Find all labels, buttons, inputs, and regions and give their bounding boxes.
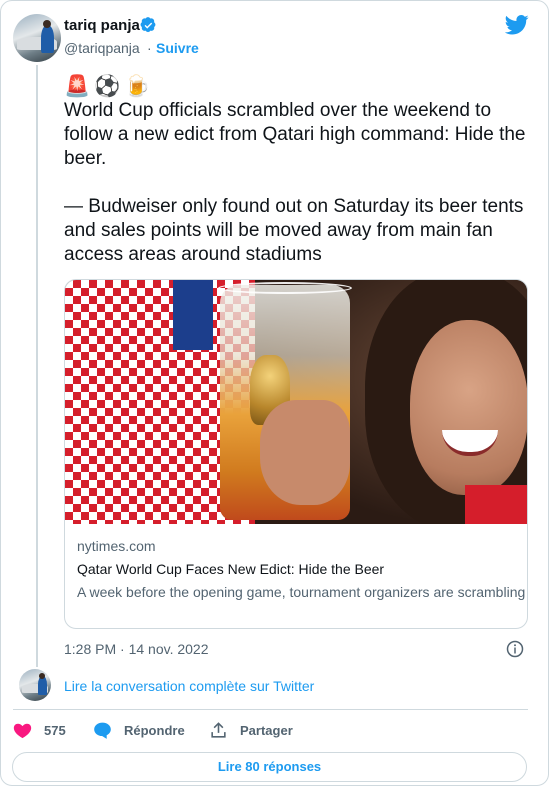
author-avatar-small[interactable] — [19, 669, 51, 701]
verified-badge-icon — [140, 17, 156, 33]
share-icon — [211, 722, 226, 738]
tweet-embed-card: tariq panja @tariqpanja · Suivre 🚨⚽🍺 Wor… — [0, 0, 549, 786]
info-icon[interactable] — [506, 640, 524, 658]
follow-button[interactable]: Suivre — [156, 40, 199, 56]
tweet-emojis: 🚨⚽🍺 — [64, 74, 155, 98]
author-handle[interactable]: @tariqpanja — [64, 40, 140, 56]
reply-button[interactable]: Répondre — [93, 721, 185, 740]
read-conversation-link[interactable]: Lire la conversation complète sur Twitte… — [64, 678, 314, 694]
like-count: 575 — [44, 723, 66, 738]
article-photo[interactable] — [65, 280, 527, 524]
tweet-timestamp[interactable]: 1:28 PM · 14 nov. 2022 — [64, 641, 209, 657]
reply-label: Répondre — [124, 723, 185, 738]
tweet-text: World Cup officials scrambled over the w… — [64, 99, 534, 267]
heart-icon — [13, 723, 32, 739]
twitter-bird-icon[interactable] — [505, 15, 529, 35]
tweet-paragraph-2: — Budweiser only found out on Saturday i… — [64, 196, 524, 265]
like-button[interactable]: 575 — [13, 721, 66, 740]
share-button[interactable]: Partager — [209, 721, 293, 740]
reply-bubble-icon — [94, 722, 111, 739]
author-avatar[interactable] — [13, 14, 61, 62]
link-preview-card[interactable]: nytimes.com Qatar World Cup Faces New Ed… — [64, 279, 528, 629]
share-label: Partager — [240, 723, 293, 738]
thread-line — [36, 65, 38, 667]
link-domain: nytimes.com — [77, 538, 156, 554]
author-name[interactable]: tariq panja — [64, 17, 140, 34]
link-card-body[interactable]: nytimes.com Qatar World Cup Faces New Ed… — [77, 536, 527, 602]
tweet-paragraph-1: World Cup officials scrambled over the w… — [64, 100, 526, 169]
link-title: Qatar World Cup Faces New Edict: Hide th… — [77, 561, 385, 577]
divider — [13, 709, 528, 710]
link-description: A week before the opening game, tourname… — [77, 584, 527, 600]
read-replies-button[interactable]: Lire 80 réponses — [12, 752, 527, 782]
handle-separator: · — [147, 40, 152, 56]
